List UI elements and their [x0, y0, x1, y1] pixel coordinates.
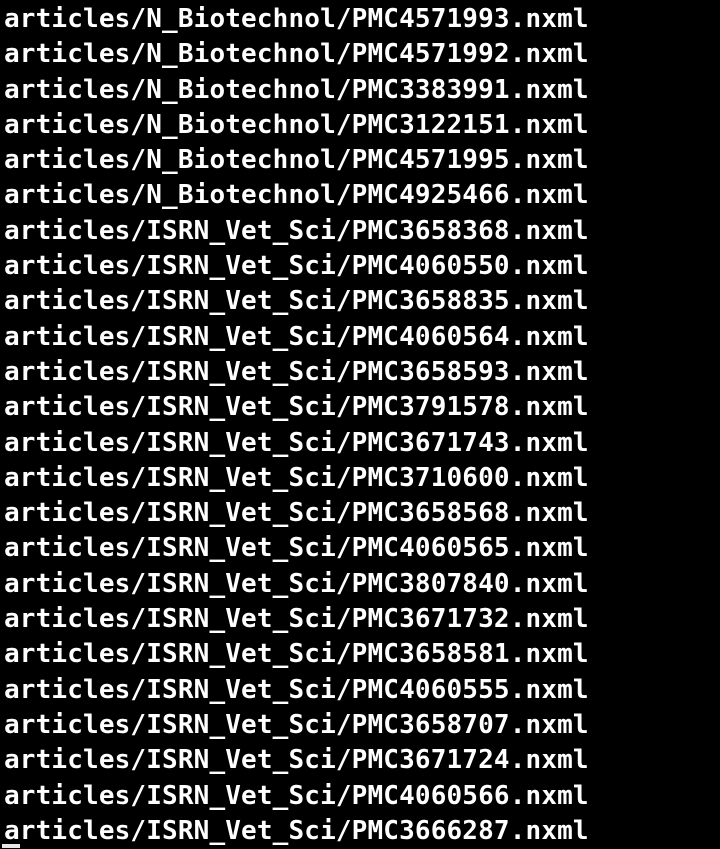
output-line: articles/N_Biotechnol/PMC4571995.nxml: [4, 145, 589, 176]
output-line: articles/ISRN_Vet_Sci/PMC3807840.nxml: [4, 568, 589, 599]
terminal-window[interactable]: articles/N_Biotechnol/PMC4571993.nxml ar…: [0, 0, 720, 849]
output-line: articles/N_Biotechnol/PMC4571992.nxml: [4, 39, 589, 70]
terminal-output: articles/N_Biotechnol/PMC4571993.nxml ar…: [4, 2, 589, 849]
output-line: articles/ISRN_Vet_Sci/PMC3658707.nxml: [4, 709, 589, 740]
output-line: articles/ISRN_Vet_Sci/PMC3658593.nxml: [4, 356, 589, 387]
output-line: articles/ISRN_Vet_Sci/PMC3658581.nxml: [4, 639, 589, 670]
output-line: articles/N_Biotechnol/PMC3383991.nxml: [4, 74, 589, 105]
output-line: articles/ISRN_Vet_Sci/PMC3666287.nxml: [4, 815, 589, 846]
terminal-cursor: [2, 844, 20, 848]
output-line: articles/ISRN_Vet_Sci/PMC3658835.nxml: [4, 286, 589, 317]
output-line: articles/ISRN_Vet_Sci/PMC3671743.nxml: [4, 427, 589, 458]
output-line: articles/ISRN_Vet_Sci/PMC3658368.nxml: [4, 215, 589, 246]
output-line: articles/ISRN_Vet_Sci/PMC3671732.nxml: [4, 604, 589, 635]
output-line: articles/ISRN_Vet_Sci/PMC4060555.nxml: [4, 674, 589, 705]
output-line: articles/ISRN_Vet_Sci/PMC4060566.nxml: [4, 780, 589, 811]
output-line: articles/ISRN_Vet_Sci/PMC3671724.nxml: [4, 745, 589, 776]
output-line: articles/ISRN_Vet_Sci/PMC4060565.nxml: [4, 533, 589, 564]
output-line: articles/ISRN_Vet_Sci/PMC3658568.nxml: [4, 498, 589, 529]
output-line: articles/ISRN_Vet_Sci/PMC3791578.nxml: [4, 392, 589, 423]
output-line: articles/N_Biotechnol/PMC3122151.nxml: [4, 109, 589, 140]
output-line: articles/N_Biotechnol/PMC4925466.nxml: [4, 180, 589, 211]
output-line: articles/ISRN_Vet_Sci/PMC4060550.nxml: [4, 251, 589, 282]
output-line: articles/N_Biotechnol/PMC4571993.nxml: [4, 4, 589, 34]
output-line: articles/ISRN_Vet_Sci/PMC3710600.nxml: [4, 462, 589, 493]
output-line: articles/ISRN_Vet_Sci/PMC4060564.nxml: [4, 321, 589, 352]
